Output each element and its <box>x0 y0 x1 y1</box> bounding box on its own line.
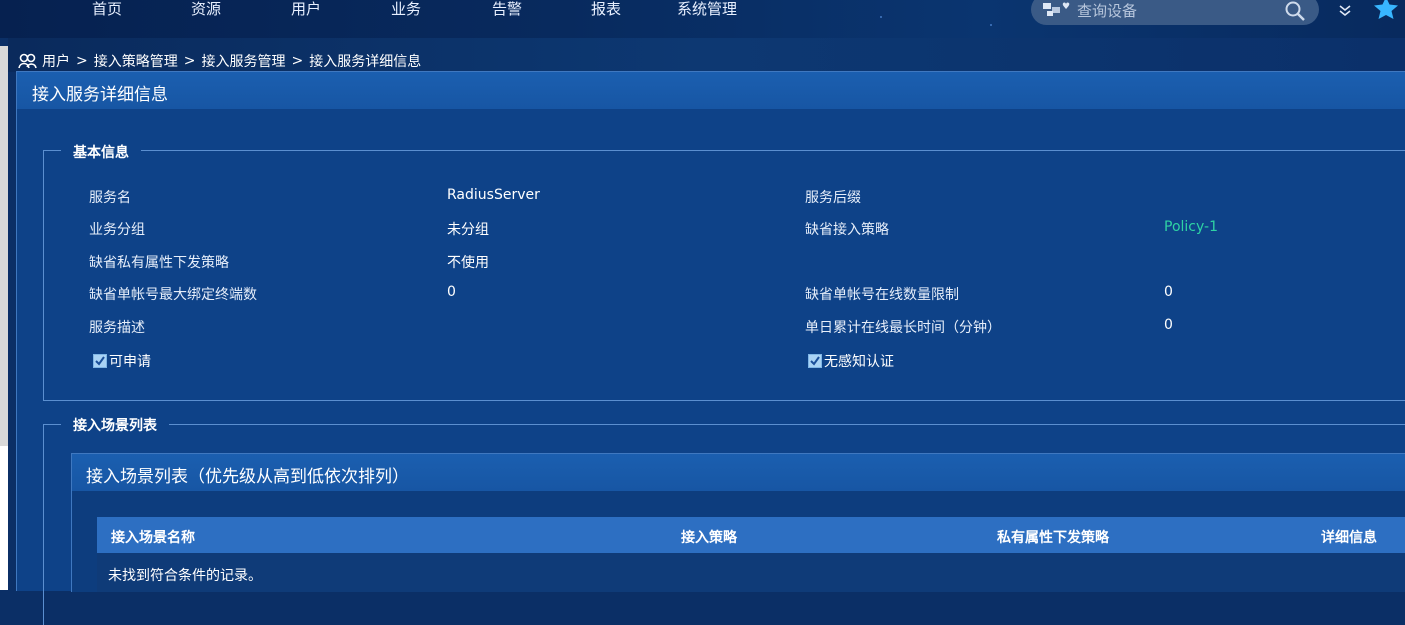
default-private-attr-policy-value: 不使用 <box>447 255 489 271</box>
service-description-label: 服务描述 <box>89 320 145 336</box>
service-name-label: 服务名 <box>89 190 131 206</box>
access-scene-table-header: 接入场景列表（优先级从高到低依次排列） <box>72 454 1405 491</box>
breadcrumb-separator: > <box>183 53 196 69</box>
checkbox-checked-icon <box>808 354 822 368</box>
left-edge-strip <box>0 46 8 446</box>
column-access-policy[interactable]: 接入策略 <box>681 527 737 547</box>
seamless-auth-label: 无感知认证 <box>824 354 894 370</box>
column-private-attr-policy[interactable]: 私有属性下发策略 <box>997 527 1109 547</box>
access-scene-legend: 接入场景列表 <box>61 415 169 435</box>
search-icon[interactable] <box>1284 0 1306 22</box>
service-suffix-label: 服务后缀 <box>805 190 861 206</box>
applicable-label: 可申请 <box>109 354 151 370</box>
daily-online-max-time-value: 0 <box>1164 317 1173 333</box>
default-private-attr-policy-label: 缺省私有属性下发策略 <box>89 255 229 271</box>
nav-item-alarms[interactable]: 告警 <box>492 0 522 20</box>
breadcrumb-separator: > <box>291 53 304 69</box>
device-type-icon[interactable] <box>1043 3 1061 17</box>
access-scene-table-panel: 接入场景列表（优先级从高到低依次排列） 接入场景名称 接入策略 私有属性下发策略… <box>71 453 1405 592</box>
nav-item-home[interactable]: 首页 <box>92 0 122 20</box>
daily-online-max-time-label: 单日累计在线最长时间（分钟） <box>805 320 1001 336</box>
page-title: 接入服务详细信息 <box>32 85 168 105</box>
dropdown-heart-caret-icon[interactable]: ♥ <box>1062 2 1070 12</box>
checkbox-checked-icon <box>93 354 107 368</box>
applicable-checkbox: 可申请 <box>93 351 151 371</box>
business-group-label: 业务分组 <box>89 222 145 238</box>
background-sparkle <box>990 24 992 26</box>
panel-header: 接入服务详细信息 <box>17 72 1405 109</box>
max-bound-terminals-label: 缺省单帐号最大绑定终端数 <box>89 287 257 303</box>
search-input[interactable] <box>1075 0 1279 23</box>
breadcrumb: 用户 > 接入策略管理 > 接入服务管理 > 接入服务详细信息 <box>18 52 421 70</box>
nav-item-system-management[interactable]: 系统管理 <box>677 0 737 20</box>
background-sparkle <box>880 16 882 18</box>
top-nav-bar: 首页 资源 用户 业务 告警 报表 系统管理 ♥ <box>0 0 1405 38</box>
seamless-auth-checkbox: 无感知认证 <box>808 351 894 371</box>
access-scene-table-title: 接入场景列表（优先级从高到低依次排列） <box>86 467 409 487</box>
table-empty-row: 未找到符合条件的记录。 <box>97 553 1405 592</box>
basic-info-legend: 基本信息 <box>61 142 141 162</box>
nav-item-business[interactable]: 业务 <box>391 0 421 20</box>
breadcrumb-access-service-management[interactable]: 接入服务管理 <box>201 51 285 71</box>
online-count-limit-label: 缺省单帐号在线数量限制 <box>805 287 959 303</box>
basic-info-fieldset <box>43 150 1405 401</box>
max-bound-terminals-value: 0 <box>447 284 456 300</box>
users-breadcrumb-icon <box>18 53 37 69</box>
breadcrumb-current-page: 接入服务详细信息 <box>309 54 422 70</box>
online-count-limit-value: 0 <box>1164 284 1173 300</box>
default-access-policy-link[interactable]: Policy-1 <box>1164 219 1218 235</box>
column-scene-name[interactable]: 接入场景名称 <box>111 527 195 547</box>
nav-item-reports[interactable]: 报表 <box>591 0 621 20</box>
device-search-box: ♥ <box>1031 0 1319 25</box>
business-group-value: 未分组 <box>447 222 489 238</box>
nav-item-resources[interactable]: 资源 <box>191 0 221 20</box>
breadcrumb-access-policy-management[interactable]: 接入策略管理 <box>94 51 178 71</box>
left-edge-strip-lower <box>0 446 8 590</box>
table-header-row: 接入场景名称 接入策略 私有属性下发策略 详细信息 <box>97 517 1405 553</box>
service-name-value: RadiusServer <box>447 187 540 203</box>
breadcrumb-users[interactable]: 用户 <box>42 51 70 71</box>
access-service-detail-panel: 接入服务详细信息 基本信息 服务名 RadiusServer 服务后缀 业务分组… <box>16 71 1405 625</box>
column-details[interactable]: 详细信息 <box>1321 527 1377 547</box>
nav-item-users[interactable]: 用户 <box>291 0 321 20</box>
breadcrumb-separator: > <box>76 53 88 69</box>
chevron-double-down-icon[interactable] <box>1337 2 1353 18</box>
empty-message: 未找到符合条件的记录。 <box>108 568 262 584</box>
favorite-star-icon[interactable] <box>1373 0 1399 20</box>
default-access-policy-label: 缺省接入策略 <box>805 222 889 238</box>
